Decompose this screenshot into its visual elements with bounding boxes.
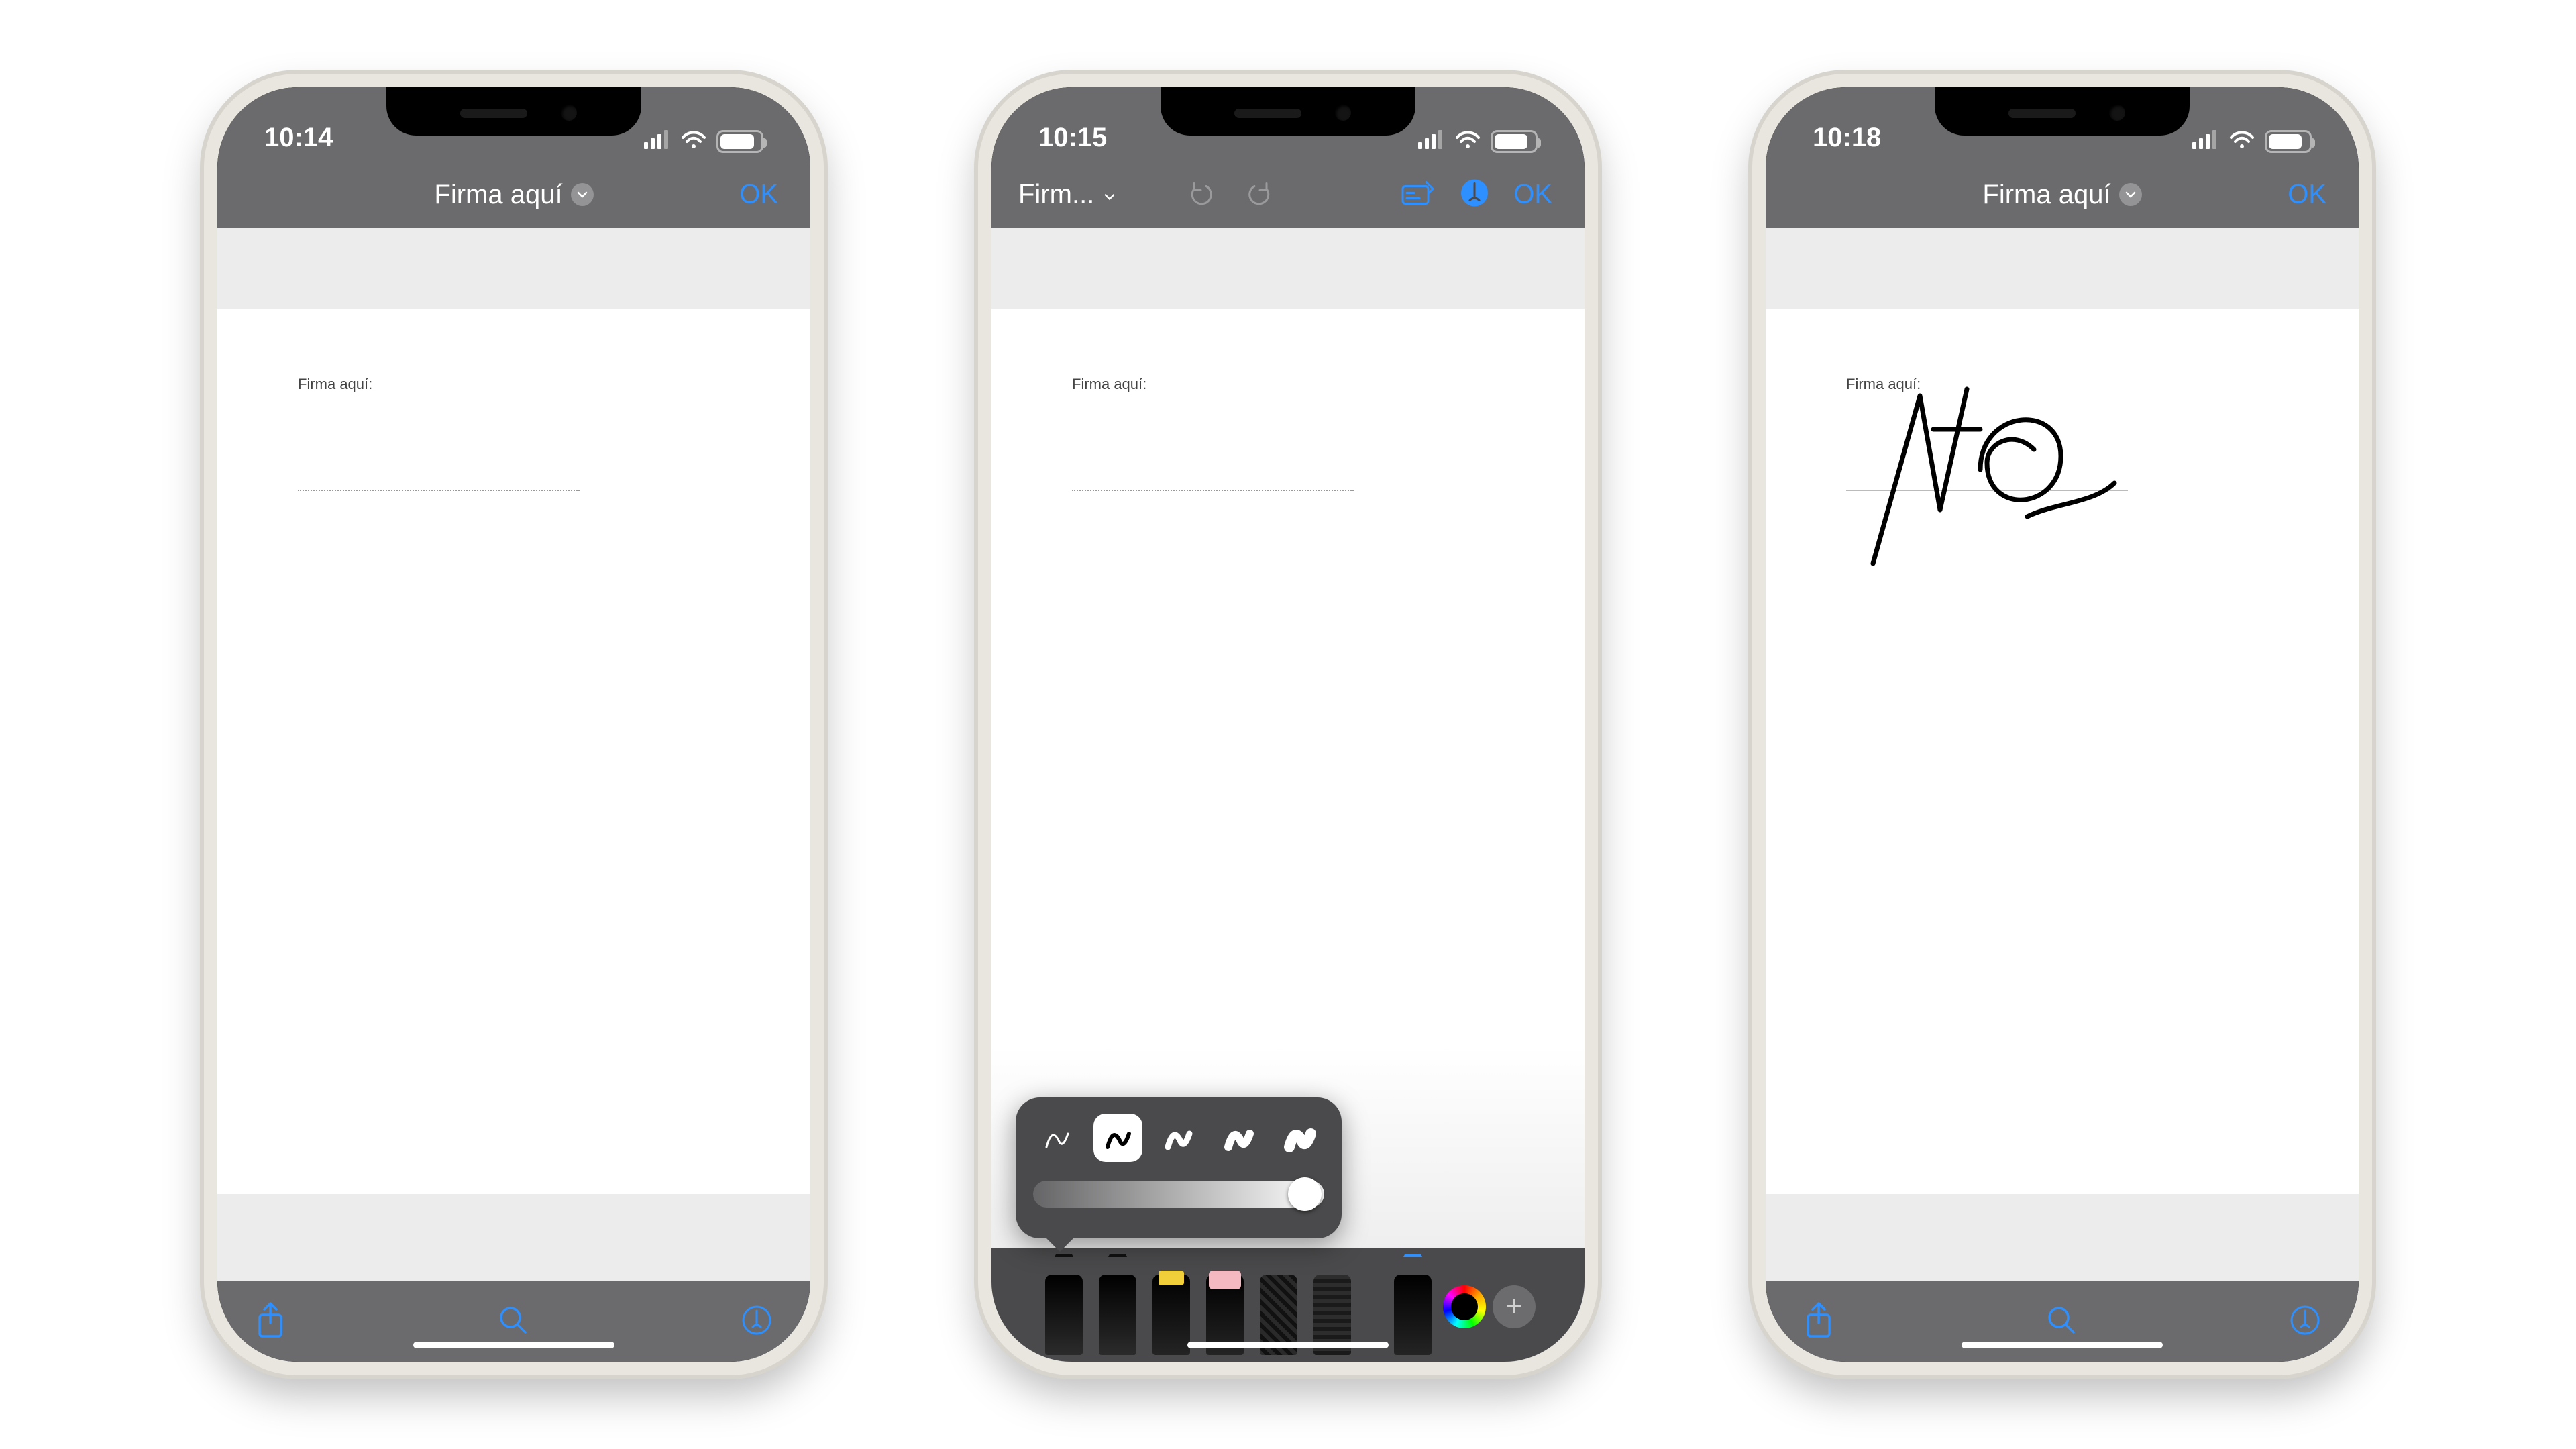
share-icon[interactable] xyxy=(1803,1301,1834,1342)
signature-prompt-label: Firma aquí: xyxy=(1072,376,1504,393)
highlighter-tool[interactable] xyxy=(1148,1254,1195,1355)
pencil-tool[interactable] xyxy=(1389,1254,1436,1355)
stroke-width-3[interactable] xyxy=(1155,1114,1203,1162)
phone-mockup-2: 10:15 77 Firm... xyxy=(978,74,1598,1375)
share-icon[interactable] xyxy=(255,1301,286,1342)
eraser-tool[interactable] xyxy=(1201,1254,1248,1355)
status-time: 10:18 xyxy=(1813,123,1881,153)
search-icon[interactable] xyxy=(497,1304,529,1340)
undo-icon[interactable] xyxy=(1186,178,1216,211)
home-indicator[interactable] xyxy=(1962,1342,2163,1348)
opacity-slider[interactable] xyxy=(1033,1181,1324,1208)
cellular-signal-icon xyxy=(644,130,671,152)
markup-icon[interactable] xyxy=(741,1304,773,1340)
battery-level: 77 xyxy=(1506,133,1522,150)
felt-pen-tool[interactable] xyxy=(1094,1254,1141,1355)
battery-icon: 77 xyxy=(1491,130,1538,153)
chevron-down-icon xyxy=(1104,180,1116,210)
done-button[interactable]: OK xyxy=(2288,180,2326,210)
navigation-bar: Firma aquí OK xyxy=(217,161,810,228)
stroke-width-2[interactable] xyxy=(1093,1114,1142,1162)
autofill-icon[interactable] xyxy=(1401,180,1436,210)
stroke-options-popover xyxy=(1016,1097,1342,1238)
battery-icon: 78 xyxy=(716,130,763,153)
status-time: 10:15 xyxy=(1038,123,1107,153)
device-notch xyxy=(1935,87,2190,136)
stroke-width-5[interactable] xyxy=(1276,1114,1324,1162)
chevron-down-icon xyxy=(571,183,594,206)
home-indicator[interactable] xyxy=(413,1342,614,1348)
redo-icon[interactable] xyxy=(1245,178,1275,211)
search-icon[interactable] xyxy=(2045,1304,2078,1340)
color-picker-icon[interactable] xyxy=(1443,1285,1486,1328)
cellular-signal-icon xyxy=(2192,130,2219,152)
device-notch xyxy=(1161,87,1415,136)
wifi-icon xyxy=(2229,129,2255,153)
signature-prompt-label: Firma aquí: xyxy=(298,376,730,393)
navigation-bar: Firma aquí OK xyxy=(1766,161,2359,228)
title-text: Firma aquí xyxy=(434,180,562,210)
signature-line xyxy=(298,490,580,491)
phone-mockup-3: 10:18 77 Firma aquí O xyxy=(1752,74,2372,1375)
bottom-toolbar xyxy=(1766,1281,2359,1362)
plus-icon: + xyxy=(1505,1290,1523,1324)
signature-line xyxy=(1072,490,1354,491)
title-text: Firm... xyxy=(1018,180,1094,210)
cellular-signal-icon xyxy=(1418,130,1445,152)
pen-tool[interactable] xyxy=(1040,1254,1087,1355)
document-page[interactable]: Firma aquí: xyxy=(217,309,810,1194)
title-text: Firma aquí xyxy=(1982,180,2110,210)
document-title[interactable]: Firm... xyxy=(1018,180,1116,210)
add-annotation-button[interactable]: + xyxy=(1493,1285,1536,1328)
bottom-toolbar xyxy=(217,1281,810,1362)
wifi-icon xyxy=(680,129,707,153)
battery-level: 77 xyxy=(2280,133,2296,150)
document-title[interactable]: Firma aquí xyxy=(1982,180,2141,210)
status-time: 10:14 xyxy=(264,123,333,153)
home-indicator[interactable] xyxy=(1187,1342,1389,1348)
done-button[interactable]: OK xyxy=(739,180,778,210)
slider-thumb[interactable] xyxy=(1288,1177,1322,1211)
device-notch xyxy=(386,87,641,136)
handwritten-signature xyxy=(1833,369,2128,570)
document-viewport[interactable]: Firma aquí: xyxy=(1766,228,2359,1281)
stroke-width-1[interactable] xyxy=(1033,1114,1081,1162)
markup-toggle-icon[interactable] xyxy=(1460,178,1489,211)
ruler-tool[interactable] xyxy=(1309,1254,1356,1355)
markup-icon[interactable] xyxy=(2289,1304,2321,1340)
stroke-width-4[interactable] xyxy=(1215,1114,1263,1162)
done-button[interactable]: OK xyxy=(1513,180,1552,210)
wifi-icon xyxy=(1454,129,1481,153)
document-page[interactable]: Firma aquí: xyxy=(1766,309,2359,1194)
chevron-down-icon xyxy=(2119,183,2142,206)
phone-mockup-1: 10:14 78 Firma aquí O xyxy=(204,74,824,1375)
navigation-bar: Firm... OK xyxy=(991,161,1585,228)
lasso-tool[interactable] xyxy=(1255,1254,1302,1355)
document-title[interactable]: Firma aquí xyxy=(434,180,593,210)
battery-level: 78 xyxy=(732,133,748,150)
battery-icon: 77 xyxy=(2265,130,2312,153)
document-viewport[interactable]: Firma aquí: xyxy=(217,228,810,1281)
